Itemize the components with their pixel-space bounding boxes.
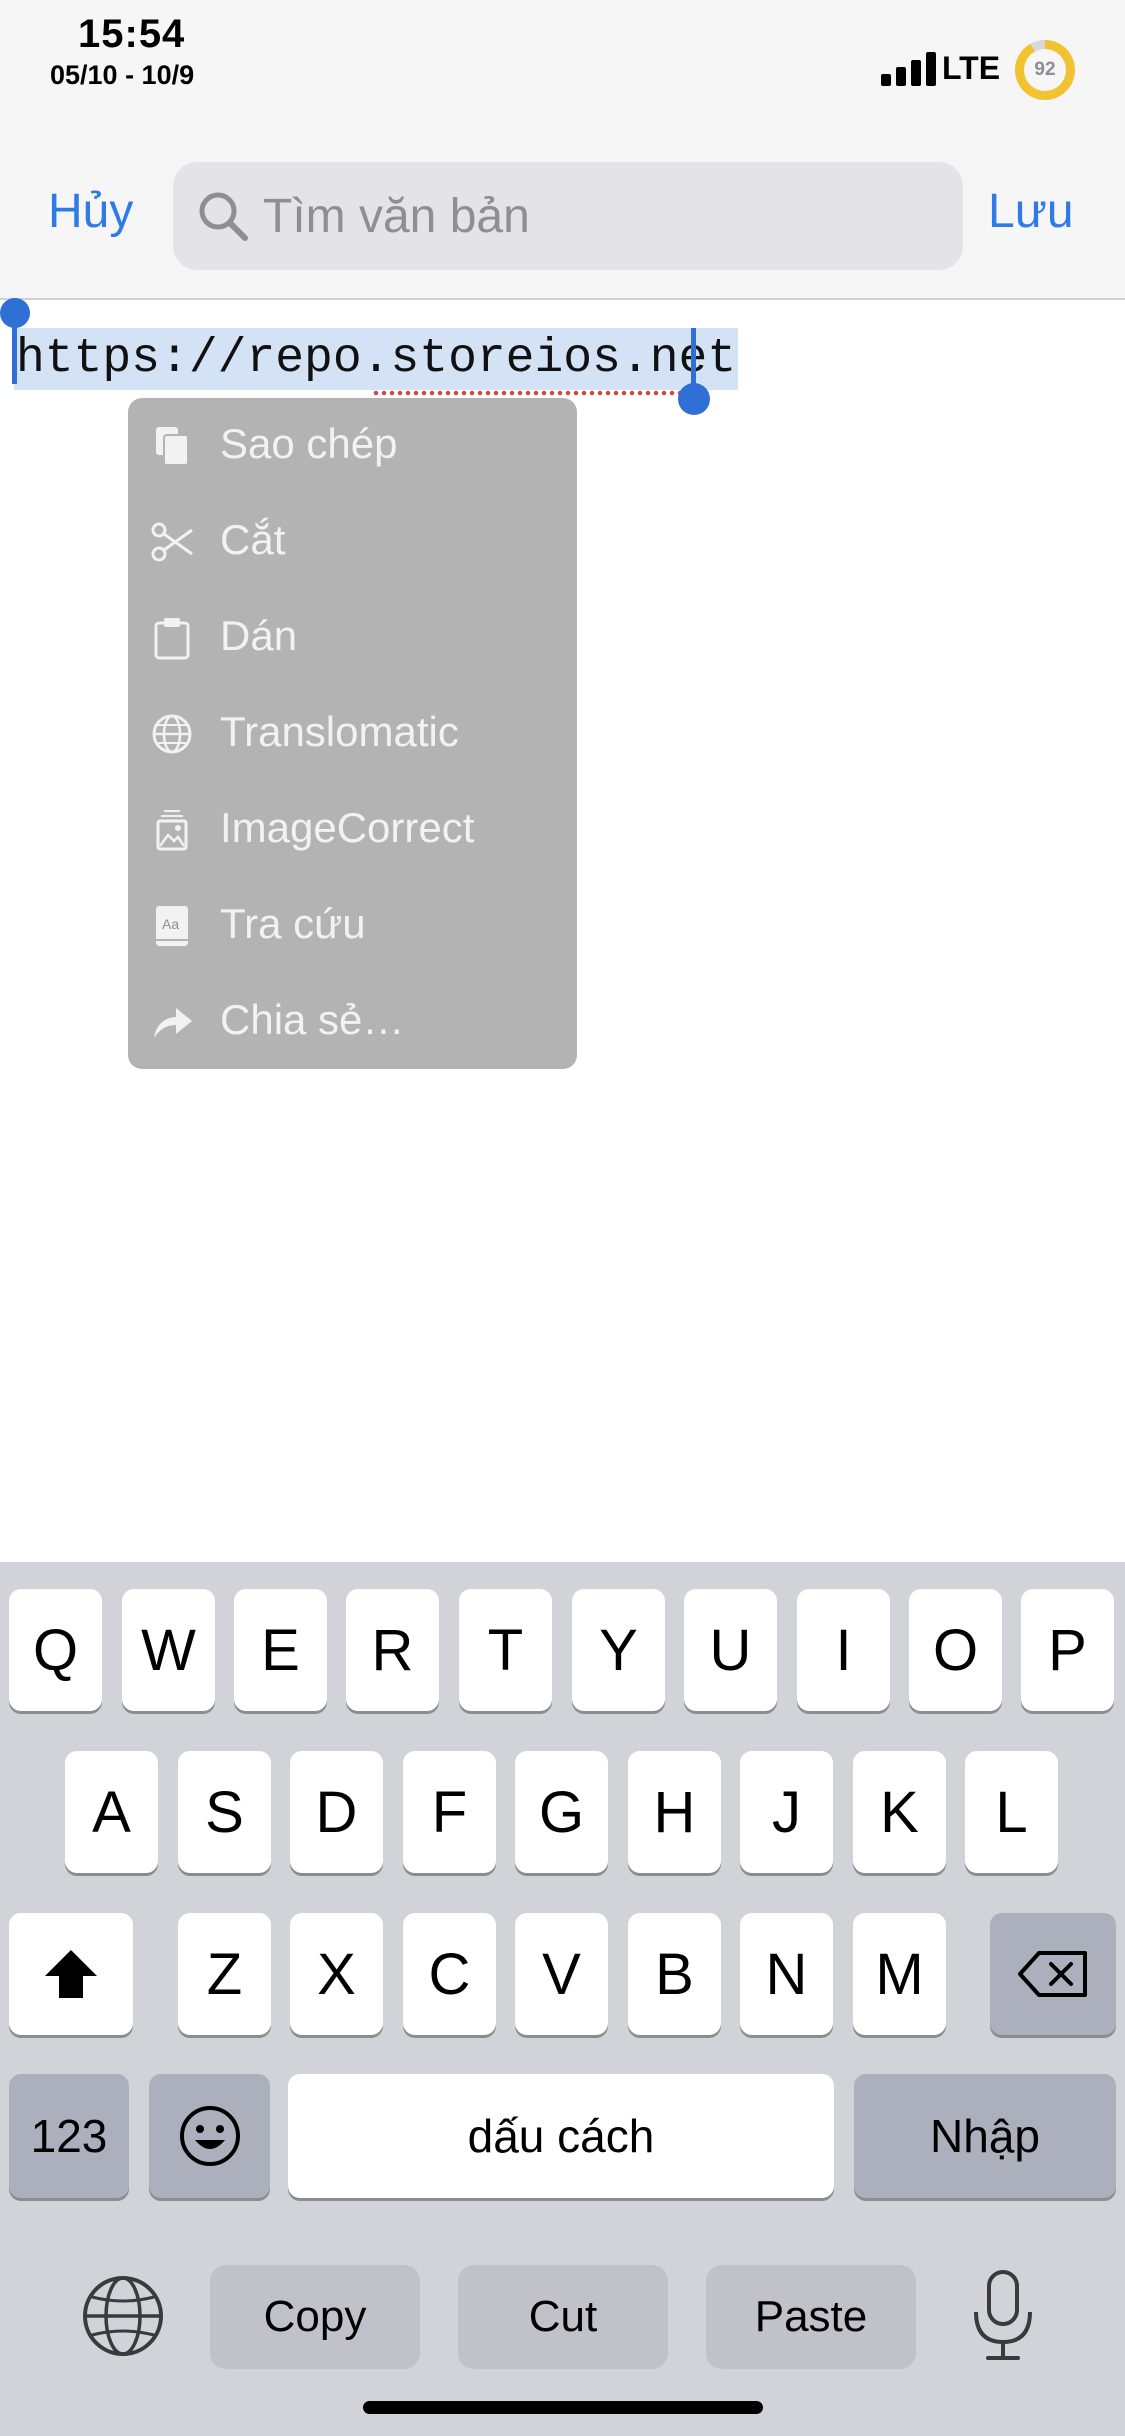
copy-icon [156, 427, 189, 466]
backspace-icon [1018, 1951, 1087, 1997]
globe-icon [152, 714, 192, 754]
emoji-icon [179, 2106, 240, 2166]
scissors-icon [151, 522, 193, 562]
key-v[interactable]: V [515, 1913, 608, 2035]
key-q[interactable]: Q [9, 1589, 102, 1711]
key-d[interactable]: D [290, 1751, 383, 1873]
globe-icon[interactable] [80, 2273, 166, 2359]
return-key[interactable]: Nhập [854, 2074, 1116, 2198]
menu-item-share[interactable]: Chia sẻ… [128, 974, 577, 1070]
key-k[interactable]: K [853, 1751, 946, 1873]
menu-item-translomatic[interactable]: Translomatic [128, 686, 577, 782]
svg-text:Aa: Aa [162, 916, 179, 932]
search-icon [199, 192, 248, 241]
key-z[interactable]: Z [178, 1913, 271, 2035]
paste-suggestion-button[interactable]: Paste [706, 2265, 916, 2369]
numbers-key[interactable]: 123 [9, 2074, 129, 2198]
top-bar: 15:54 05/10 - 10/9 LTE 92 Hủy Lưu [0, 0, 1125, 300]
key-y[interactable]: Y [572, 1589, 665, 1711]
key-c[interactable]: C [403, 1913, 496, 2035]
key-b[interactable]: B [628, 1913, 721, 2035]
menu-item-label: Tra cứu [220, 900, 366, 947]
battery-ring-icon: 92 [1015, 40, 1075, 100]
network-type: LTE [942, 50, 1001, 86]
key-j[interactable]: J [740, 1751, 833, 1873]
shift-key[interactable] [9, 1913, 133, 2035]
shift-icon [45, 1950, 97, 1998]
key-u[interactable]: U [684, 1589, 777, 1711]
menu-item-lookup[interactable]: Aa Tra cứu [128, 878, 577, 974]
key-s[interactable]: S [178, 1751, 271, 1873]
key-t[interactable]: T [459, 1589, 552, 1711]
menu-item-label: Dán [220, 612, 298, 659]
copy-suggestion-button[interactable]: Copy [210, 2265, 420, 2369]
menu-item-paste[interactable]: Dán [128, 590, 577, 686]
menu-item-label: Cắt [220, 516, 286, 563]
menu-item-copy[interactable]: Sao chép [128, 398, 577, 494]
cancel-button[interactable]: Hủy [48, 184, 133, 239]
key-f[interactable]: F [403, 1751, 496, 1873]
cellular-signal-icon [881, 52, 937, 86]
key-p[interactable]: P [1021, 1589, 1114, 1711]
search-input[interactable] [263, 180, 943, 252]
key-o[interactable]: O [909, 1589, 1002, 1711]
key-l[interactable]: L [965, 1751, 1058, 1873]
menu-item-imagecorrect[interactable]: ImageCorrect [128, 782, 577, 878]
status-date-range: 05/10 - 10/9 [50, 60, 195, 90]
key-x[interactable]: X [290, 1913, 383, 2035]
key-a[interactable]: A [65, 1751, 158, 1873]
selection-end-handle[interactable] [678, 383, 710, 415]
key-e[interactable]: E [234, 1589, 327, 1711]
search-field[interactable] [173, 162, 963, 270]
backspace-key[interactable] [990, 1913, 1116, 2035]
save-button[interactable]: Lưu [988, 184, 1074, 239]
key-n[interactable]: N [740, 1913, 833, 2035]
home-indicator[interactable] [363, 2401, 763, 2414]
selected-text[interactable]: https://repo.storeios.net [14, 328, 739, 390]
menu-item-label: Translomatic [220, 708, 459, 755]
clipboard-icon [154, 618, 190, 660]
key-r[interactable]: R [346, 1589, 439, 1711]
image-icon [156, 810, 188, 851]
menu-item-label: Sao chép [220, 420, 398, 467]
space-key[interactable]: dấu cách [288, 2074, 834, 2198]
menu-item-label: ImageCorrect [220, 804, 475, 851]
cut-suggestion-button[interactable]: Cut [458, 2265, 668, 2369]
menu-item-label: Chia sẻ… [220, 996, 405, 1043]
spelling-underline [372, 390, 694, 396]
microphone-icon[interactable] [968, 2268, 1038, 2364]
key-m[interactable]: M [853, 1913, 946, 2035]
key-w[interactable]: W [122, 1589, 215, 1711]
menu-item-cut[interactable]: Cắt [128, 494, 577, 590]
key-g[interactable]: G [515, 1751, 608, 1873]
key-i[interactable]: I [797, 1589, 890, 1711]
key-h[interactable]: H [628, 1751, 721, 1873]
selection-start-handle[interactable] [0, 298, 30, 328]
status-time: 15:54 [78, 12, 186, 56]
battery-level: 92 [1024, 49, 1066, 91]
share-icon [154, 1008, 192, 1038]
context-menu: Sao chép Cắt Dán Translomatic ImageCorre… [128, 398, 577, 1069]
selection-start-line [12, 320, 17, 384]
dictionary-icon: Aa [156, 906, 188, 946]
emoji-key[interactable] [149, 2074, 270, 2198]
